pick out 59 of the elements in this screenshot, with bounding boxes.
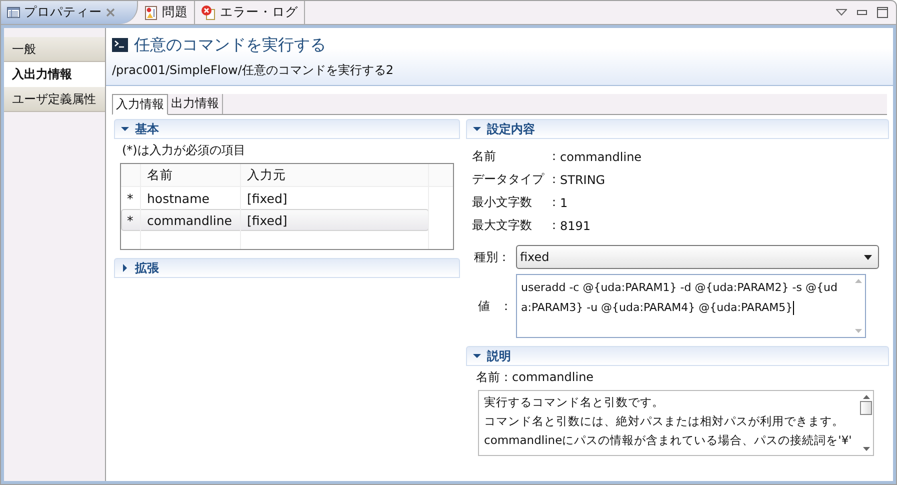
section-title: 拡張 xyxy=(135,260,159,276)
warning-icon xyxy=(144,6,158,20)
collapse-icon xyxy=(473,352,481,360)
section-title: 基本 xyxy=(135,120,159,138)
maximize-icon[interactable] xyxy=(877,7,888,18)
field-label: 最小文字数 xyxy=(472,194,533,211)
required-note: (*)は入力が必須の項目 xyxy=(121,142,246,159)
field-label: 最大文字数 xyxy=(472,217,533,234)
scroll-down-icon[interactable] xyxy=(862,447,870,451)
field-value: 8191 xyxy=(560,218,591,232)
field-value: STRING xyxy=(560,172,606,186)
error-log-icon xyxy=(201,5,216,20)
expand-icon xyxy=(121,264,129,272)
description-name: 名前：commandline xyxy=(475,369,595,386)
section-header[interactable]: 拡張 xyxy=(114,258,460,278)
sub-tab[interactable]: 入力情報 xyxy=(112,94,168,115)
table-cell: [fixed] xyxy=(241,209,429,231)
field-value: 1 xyxy=(560,196,568,210)
required-mark: * xyxy=(121,209,141,231)
collapse-icon xyxy=(473,125,481,133)
section-header[interactable]: 基本 xyxy=(114,119,460,139)
list-icon xyxy=(7,7,20,18)
table-row[interactable]: * commandline [fixed] xyxy=(121,209,429,231)
sidebar-tab[interactable]: 一般 xyxy=(4,37,105,62)
sub-tab[interactable]: 出力情報 xyxy=(168,94,223,114)
column-header[interactable]: 入力元 xyxy=(241,164,429,186)
field-label: データタイプ xyxy=(472,171,546,188)
field-label: 名前 xyxy=(472,148,497,165)
section-title: 説明 xyxy=(487,348,511,364)
section-header[interactable]: 設定内容 xyxy=(466,119,889,139)
element-path: /prac001/SimpleFlow/任意のコマンドを実行する2 xyxy=(112,62,395,79)
value-label: 値 xyxy=(478,298,491,314)
tab-label: 問題 xyxy=(162,4,188,21)
table-cell: commandline xyxy=(141,209,241,231)
type-label: 種別： xyxy=(474,248,511,266)
colon: ： xyxy=(548,148,560,165)
field-value: commandline xyxy=(560,150,642,164)
sidebar-tab[interactable]: 入出力情報 xyxy=(4,62,105,87)
scrollbar-thumb[interactable] xyxy=(860,401,872,415)
minimize-icon[interactable] xyxy=(857,10,867,15)
colon: ： xyxy=(548,217,560,234)
dropdown-arrow-icon xyxy=(864,254,872,260)
section-header[interactable]: 説明 xyxy=(466,346,889,366)
colon: ： xyxy=(548,171,560,188)
sidebar-tab[interactable]: ユーザ定義属性 xyxy=(4,87,105,112)
scroll-up-icon[interactable] xyxy=(862,395,870,399)
type-dropdown[interactable]: fixed xyxy=(516,245,879,269)
colon: ： xyxy=(548,194,560,211)
view-menu-icon[interactable] xyxy=(836,9,847,16)
collapse-icon xyxy=(121,125,129,133)
tab-label: プロパティー xyxy=(24,4,102,21)
description-text: 実行するコマンド名と引数です。 コマンド名と引数には、絶対パスまたは相対パスが利用できます。 commandlineにパスの情報が含まれている場合、パスの接続詞を'¥' xyxy=(483,394,853,449)
terminal-icon xyxy=(112,38,128,52)
page-title: 任意のコマンドを実行する xyxy=(134,34,326,56)
colon: ： xyxy=(500,298,513,314)
column-header[interactable]: 名前 xyxy=(141,164,241,186)
view-tab[interactable]: プロパティー xyxy=(1,1,138,24)
section-title: 設定内容 xyxy=(487,120,535,138)
tab-label: エラー・ログ xyxy=(220,4,298,21)
